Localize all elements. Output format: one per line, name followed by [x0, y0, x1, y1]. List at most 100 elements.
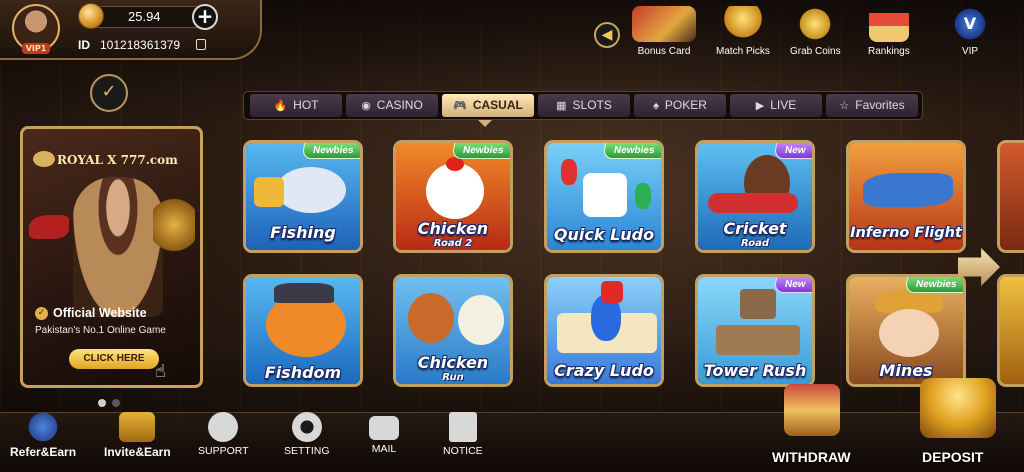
game-title: Fishdom — [264, 363, 342, 382]
bat-illustration — [708, 193, 798, 213]
tab-label: LIVE — [770, 98, 797, 112]
category-tabs: 🔥 HOT ◉ CASINO 🎮 CASUAL ▦ SLOTS ♠ POKER ▶ LIVE… — [243, 91, 923, 120]
gamepad-icon: 🎮 — [453, 100, 467, 112]
game-title: Chicken — [417, 219, 489, 238]
newbies-badge: Newbies — [451, 143, 510, 159]
game-subtitle: Run — [442, 372, 464, 383]
top-menu-grab-coins[interactable]: Grab Coins — [790, 6, 841, 57]
game-title: Inferno Flight — [850, 225, 962, 241]
shark-illustration — [276, 167, 346, 213]
green-token-illustration — [635, 183, 651, 209]
promo-banner[interactable]: ROYAL X 777.com ✓ Official Website Pakis… — [20, 126, 203, 388]
game-card-crazy-ludo[interactable]: Crazy Ludo — [544, 274, 664, 387]
tab-label: POKER — [664, 98, 707, 112]
red-token-illustration — [561, 159, 577, 185]
crosshair-board-illustration — [740, 289, 776, 319]
carousel-dot[interactable] — [112, 399, 120, 407]
model-illustration — [73, 177, 163, 317]
bonus-card-icon — [632, 6, 696, 42]
gear-icon — [291, 412, 322, 442]
tab-casino[interactable]: ◉ CASINO — [346, 94, 438, 117]
tower-illustration — [716, 325, 800, 355]
game-card-tower-rush[interactable]: Tower Rush New — [695, 274, 815, 387]
game-card-inferno-flight[interactable]: Inferno Flight — [846, 140, 966, 253]
game-subtitle: Road 2 — [433, 238, 473, 249]
tab-label: CASINO — [376, 98, 423, 112]
verified-icon: ✓ — [35, 307, 48, 320]
collapse-arrow-icon[interactable]: ◀ — [594, 22, 620, 48]
nav-invite-earn[interactable]: Invite&Earn — [104, 412, 171, 459]
podium-icon — [868, 6, 909, 42]
tab-label: CASUAL — [472, 98, 523, 112]
newbies-badge: Newbies — [301, 143, 360, 159]
tab-slots[interactable]: ▦ SLOTS — [538, 94, 630, 117]
camera-icon: ▶ — [755, 100, 765, 112]
chicken-illustration — [426, 163, 484, 219]
withdraw-button[interactable]: WITHDRAW — [772, 449, 851, 465]
add-funds-button[interactable]: + — [192, 4, 218, 30]
tab-favorites[interactable]: ☆ Favorites — [826, 94, 918, 117]
pointer-hand-icon: ☝ — [155, 361, 166, 382]
shield-check-icon[interactable]: ✓ — [90, 74, 128, 112]
chat-bubble-icon — [208, 412, 239, 442]
game-card-chicken-road-2[interactable]: Chicken Road 2 Newbies — [393, 140, 513, 253]
game-card-quick-ludo[interactable]: Quick Ludo Newbies — [544, 140, 664, 253]
game-title: Tower Rush — [703, 361, 807, 380]
nav-mail[interactable]: MAIL — [369, 412, 399, 455]
id-label: ID — [78, 38, 90, 52]
tab-hot[interactable]: 🔥 HOT — [250, 94, 342, 117]
deposit-button[interactable]: DEPOSIT — [922, 449, 983, 465]
newbies-badge: Newbies — [904, 277, 963, 293]
newbies-badge: Newbies — [602, 143, 661, 159]
top-menu-label: Bonus Card — [637, 46, 691, 57]
withdraw-illustration — [784, 384, 840, 436]
game-card-fishing[interactable]: Fishing Newbies — [243, 140, 363, 253]
promo-official: Official Website — [53, 306, 147, 320]
profile-panel: VIP1 25.94 + ID 101218361379 — [0, 0, 262, 60]
carousel-dot[interactable] — [98, 399, 106, 407]
top-menu-bonus-card[interactable]: Bonus Card — [632, 6, 696, 57]
nav-setting[interactable]: SETTING — [284, 412, 330, 457]
nav-label: Refer&Earn — [10, 445, 77, 459]
trophy-icon — [722, 6, 763, 42]
game-card-fishdom[interactable]: Fishdom — [243, 274, 363, 387]
gift-box-icon — [119, 412, 156, 442]
game-card-chicken-run[interactable]: Chicken Run — [393, 274, 513, 387]
star-icon: ☆ — [839, 100, 850, 112]
vip-crown-icon: V — [950, 6, 990, 42]
tab-poker[interactable]: ♠ POKER — [634, 94, 726, 117]
game-title: Quick Ludo — [553, 225, 655, 244]
vip-level-tag: VIP1 — [22, 43, 50, 54]
chicken-illustration — [458, 295, 504, 345]
click-here-button[interactable]: CLICK HERE — [69, 349, 159, 369]
game-card-partial[interactable] — [997, 140, 1024, 253]
carousel-dots — [98, 392, 126, 411]
copy-icon[interactable] — [196, 39, 206, 50]
user-id: 101218361379 — [100, 38, 181, 52]
flame-icon: 🔥 — [273, 100, 288, 112]
tab-label: SLOTS — [572, 98, 612, 112]
game-title: Fishing — [270, 223, 336, 242]
top-menu-rankings[interactable]: Rankings — [868, 6, 910, 57]
nav-label: MAIL — [371, 443, 397, 455]
nav-refer-earn[interactable]: Refer&Earn — [10, 412, 76, 459]
new-badge: New — [773, 143, 812, 159]
chip-icon: ◉ — [361, 100, 371, 112]
nav-notice[interactable]: NOTICE — [443, 412, 483, 457]
red-dice-illustration — [601, 281, 623, 303]
nav-label: SETTING — [284, 445, 330, 457]
game-card-cricket-road[interactable]: Cricket Road New — [695, 140, 815, 253]
plane-illustration — [863, 173, 953, 207]
top-menu-label: Match Picks — [716, 46, 770, 57]
tab-live[interactable]: ▶ LIVE — [730, 94, 822, 117]
coins-icon — [795, 6, 836, 42]
game-card-mines[interactable]: Mines Newbies — [846, 274, 966, 387]
top-menu-vip[interactable]: V VIP — [950, 6, 990, 57]
tab-casual[interactable]: 🎮 CASUAL — [442, 94, 534, 117]
nav-support[interactable]: SUPPORT — [198, 412, 249, 457]
active-tab-pointer — [478, 120, 492, 127]
game-card-partial[interactable] — [997, 274, 1024, 387]
top-menu-match-picks[interactable]: Match Picks — [716, 6, 770, 57]
brand-logo-icon — [33, 151, 55, 167]
nav-label: NOTICE — [443, 445, 483, 457]
